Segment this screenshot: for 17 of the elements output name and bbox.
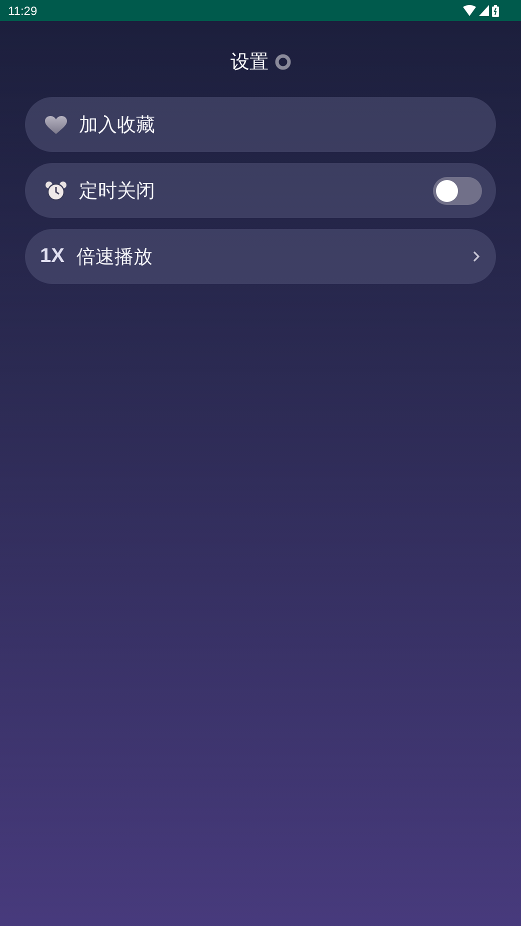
page-title: 设置	[230, 50, 268, 75]
toggle-switch[interactable]	[433, 176, 482, 204]
status-time: 11:29	[8, 4, 38, 18]
battery-icon	[492, 4, 499, 16]
row-label: 加入收藏	[79, 112, 156, 138]
chevron-right-icon	[473, 251, 480, 262]
speed-label: 1X	[40, 245, 64, 268]
alarm-clock-icon	[45, 180, 67, 200]
ring-icon	[274, 54, 290, 70]
settings-row[interactable]: 1X 倍速播放	[25, 229, 496, 284]
settings-row[interactable]: 定时关闭	[25, 163, 496, 218]
settings-row[interactable]: 加入收藏	[25, 97, 496, 152]
heart-icon	[45, 116, 67, 134]
signal-icon	[479, 5, 489, 16]
row-label: 倍速播放	[76, 244, 154, 270]
row-label: 定时关闭	[79, 178, 156, 204]
wifi-icon	[463, 5, 476, 16]
